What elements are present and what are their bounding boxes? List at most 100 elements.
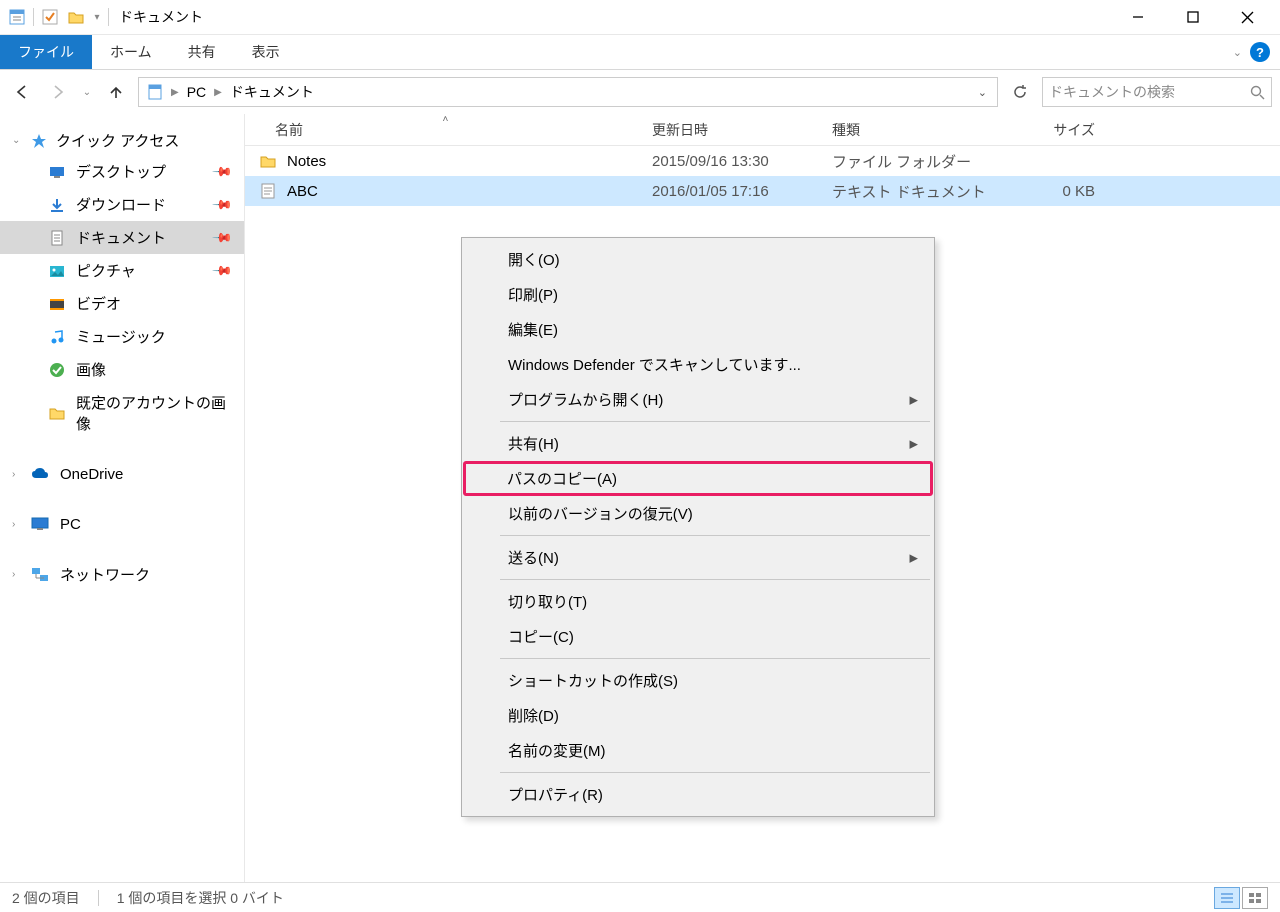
column-size[interactable]: サイズ xyxy=(995,120,1115,140)
context-menu-item[interactable]: 編集(E) xyxy=(464,312,932,347)
column-type[interactable]: 種類 xyxy=(820,120,995,140)
context-menu-item[interactable]: 名前の変更(M) xyxy=(464,733,932,768)
context-menu-item[interactable]: ショートカットの作成(S) xyxy=(464,663,932,698)
minimize-button[interactable] xyxy=(1110,0,1165,35)
search-icon[interactable] xyxy=(1250,85,1265,100)
text-icon xyxy=(259,182,277,200)
menu-item-label: Windows Defender でスキャンしています... xyxy=(508,357,801,374)
sidebar-item-label: ミュージック xyxy=(76,326,166,347)
sidebar-item-label: ダウンロード xyxy=(76,194,166,215)
sidebar-item-label: デスクトップ xyxy=(76,161,166,182)
ribbon-tab-home[interactable]: ホーム xyxy=(92,35,170,69)
file-size: 0 KB xyxy=(995,183,1115,200)
file-name: ABC xyxy=(287,183,318,200)
maximize-button[interactable] xyxy=(1165,0,1220,35)
document-icon xyxy=(48,229,66,247)
status-bar: 2 個の項目 1 個の項目を選択 0 バイト xyxy=(0,882,1280,912)
breadcrumb-pc[interactable]: PC xyxy=(183,82,210,102)
forward-button[interactable] xyxy=(44,78,72,106)
sidebar-item[interactable]: ミュージック xyxy=(0,320,244,353)
file-row[interactable]: Notes 2015/09/16 13:30 ファイル フォルダー xyxy=(245,146,1280,176)
separator xyxy=(33,8,34,26)
context-menu-item[interactable]: プロパティ(R) xyxy=(464,777,932,812)
sort-asc-icon: ˄ xyxy=(443,114,449,125)
context-menu-item[interactable]: プログラムから開く(H)▶ xyxy=(464,382,932,417)
file-row[interactable]: ABC 2016/01/05 17:16 テキスト ドキュメント 0 KB xyxy=(245,176,1280,206)
download-icon xyxy=(48,196,66,214)
check-icon[interactable] xyxy=(38,5,62,29)
chevron-right-icon[interactable]: ▶ xyxy=(171,87,179,98)
menu-item-label: 送る(N) xyxy=(508,550,559,567)
close-button[interactable] xyxy=(1220,0,1275,35)
menu-item-label: 共有(H) xyxy=(508,436,559,453)
column-name[interactable]: 名前 ˄ xyxy=(245,120,640,140)
context-menu: 開く(O) 印刷(P) 編集(E) Windows Defender でスキャンしてい… xyxy=(461,237,935,817)
context-menu-item[interactable]: 以前のバージョンの復元(V) xyxy=(464,496,932,531)
pin-icon: 📌 xyxy=(211,259,234,282)
status-item-count: 2 個の項目 xyxy=(12,888,80,908)
context-menu-item[interactable]: 開く(O) xyxy=(464,242,932,277)
context-menu-item[interactable]: 切り取り(T) xyxy=(464,584,932,619)
chevron-right-icon[interactable]: › xyxy=(12,569,15,580)
recent-dropdown[interactable]: ⌄ xyxy=(80,78,94,106)
menu-separator xyxy=(500,535,930,536)
chevron-right-icon: ▶ xyxy=(910,551,918,564)
pin-icon: 📌 xyxy=(211,226,234,249)
sidebar-onedrive[interactable]: › OneDrive xyxy=(0,458,244,490)
folder-icon[interactable] xyxy=(64,5,88,29)
back-button[interactable] xyxy=(8,78,36,106)
qat-dropdown-icon[interactable]: ▾ xyxy=(90,5,104,29)
video-icon xyxy=(48,295,66,313)
sidebar-item[interactable]: ドキュメント 📌 xyxy=(0,221,244,254)
nav-bar: ⌄ ▶ PC ▶ ドキュメント ⌄ ドキュメントの検索 xyxy=(0,70,1280,114)
view-icons-button[interactable] xyxy=(1242,887,1268,909)
sidebar-item-label: 既定のアカウントの画像 xyxy=(76,392,236,434)
sidebar-network[interactable]: › ネットワーク xyxy=(0,558,244,591)
address-bar[interactable]: ▶ PC ▶ ドキュメント ⌄ xyxy=(138,77,998,107)
context-menu-item[interactable]: 送る(N) ▶ xyxy=(464,540,932,575)
context-menu-item[interactable]: コピー(C) xyxy=(464,619,932,654)
sidebar-item[interactable]: 既定のアカウントの画像 xyxy=(0,386,244,440)
properties-icon[interactable] xyxy=(5,5,29,29)
window-title: ドキュメント xyxy=(119,7,203,27)
sidebar-item[interactable]: 画像 xyxy=(0,353,244,386)
search-placeholder: ドキュメントの検索 xyxy=(1049,82,1175,102)
context-menu-item[interactable]: 削除(D) xyxy=(464,698,932,733)
ribbon-tab-share[interactable]: 共有 xyxy=(170,35,234,69)
chevron-right-icon[interactable]: › xyxy=(12,519,15,530)
search-box[interactable]: ドキュメントの検索 xyxy=(1042,77,1272,107)
ribbon-file-tab[interactable]: ファイル xyxy=(0,35,92,69)
context-menu-item[interactable]: 共有(H)▶ xyxy=(464,426,932,461)
star-icon xyxy=(30,132,48,150)
menu-separator xyxy=(500,772,930,773)
ribbon-tab-view[interactable]: 表示 xyxy=(234,35,298,69)
sidebar-item[interactable]: ビデオ xyxy=(0,287,244,320)
context-menu-item[interactable]: Windows Defender でスキャンしています... xyxy=(464,347,932,382)
context-menu-item[interactable]: パスのコピー(A) xyxy=(463,461,933,496)
help-icon[interactable]: ? xyxy=(1250,42,1270,62)
sidebar-item[interactable]: ダウンロード📌 xyxy=(0,188,244,221)
sidebar-pc[interactable]: › PC xyxy=(0,508,244,540)
file-name: Notes xyxy=(287,153,326,170)
chevron-down-icon[interactable]: ⌄ xyxy=(12,135,20,146)
sidebar-item-label: ドキュメント xyxy=(76,227,166,248)
chevron-right-icon[interactable]: ▶ xyxy=(214,87,222,98)
sidebar-item[interactable]: ピクチャ📌 xyxy=(0,254,244,287)
refresh-button[interactable] xyxy=(1006,78,1034,106)
sidebar-quick-access[interactable]: ⌄ クイック アクセス xyxy=(0,126,244,155)
menu-item-label: 印刷(P) xyxy=(508,287,558,304)
status-selection: 1 個の項目を選択 0 バイト xyxy=(117,888,284,908)
ribbon-expand-icon[interactable]: ⌄ xyxy=(1233,46,1242,59)
chevron-right-icon[interactable]: › xyxy=(12,469,15,480)
address-dropdown-icon[interactable]: ⌄ xyxy=(972,86,993,99)
breadcrumb-documents[interactable]: ドキュメント xyxy=(226,80,318,104)
sidebar-item[interactable]: デスクトップ 📌 xyxy=(0,155,244,188)
context-menu-item[interactable]: 印刷(P) xyxy=(464,277,932,312)
column-date[interactable]: 更新日時 xyxy=(640,120,820,140)
file-date: 2016/01/05 17:16 xyxy=(640,183,820,200)
pin-icon: 📌 xyxy=(211,160,234,183)
up-button[interactable] xyxy=(102,78,130,106)
view-details-button[interactable] xyxy=(1214,887,1240,909)
menu-item-label: プロパティ(R) xyxy=(508,787,603,804)
monitor-icon xyxy=(30,514,50,534)
